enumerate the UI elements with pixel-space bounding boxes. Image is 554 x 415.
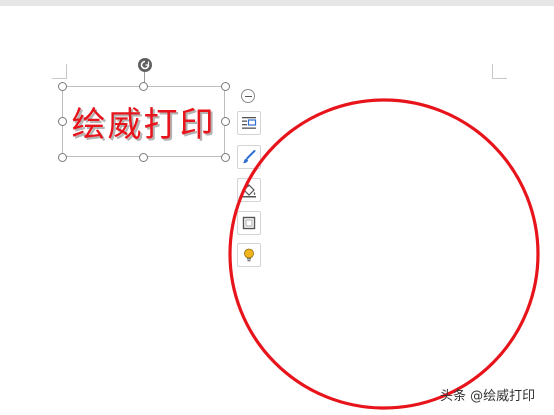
resize-handle-bottom-left[interactable] [58,153,67,162]
window-top-strip [0,0,554,6]
resize-handle-left[interactable] [58,117,67,126]
rotate-handle[interactable] [138,58,152,72]
resize-handle-bottom[interactable] [139,153,148,162]
wordart-text[interactable]: 绘威打印 [63,87,224,156]
resize-handle-top[interactable] [139,82,148,91]
rotate-icon [140,60,150,70]
watermark-text: 头条 @绘威打印 [440,389,536,404]
page-margin-corner-top-right [492,64,507,79]
selected-text-box[interactable]: 绘威打印 [62,86,225,157]
page-margin-corner-top-left [52,64,67,79]
red-circle-shape[interactable] [226,96,544,414]
resize-handle-top-right[interactable] [221,82,230,91]
resize-handle-top-left[interactable] [58,82,67,91]
